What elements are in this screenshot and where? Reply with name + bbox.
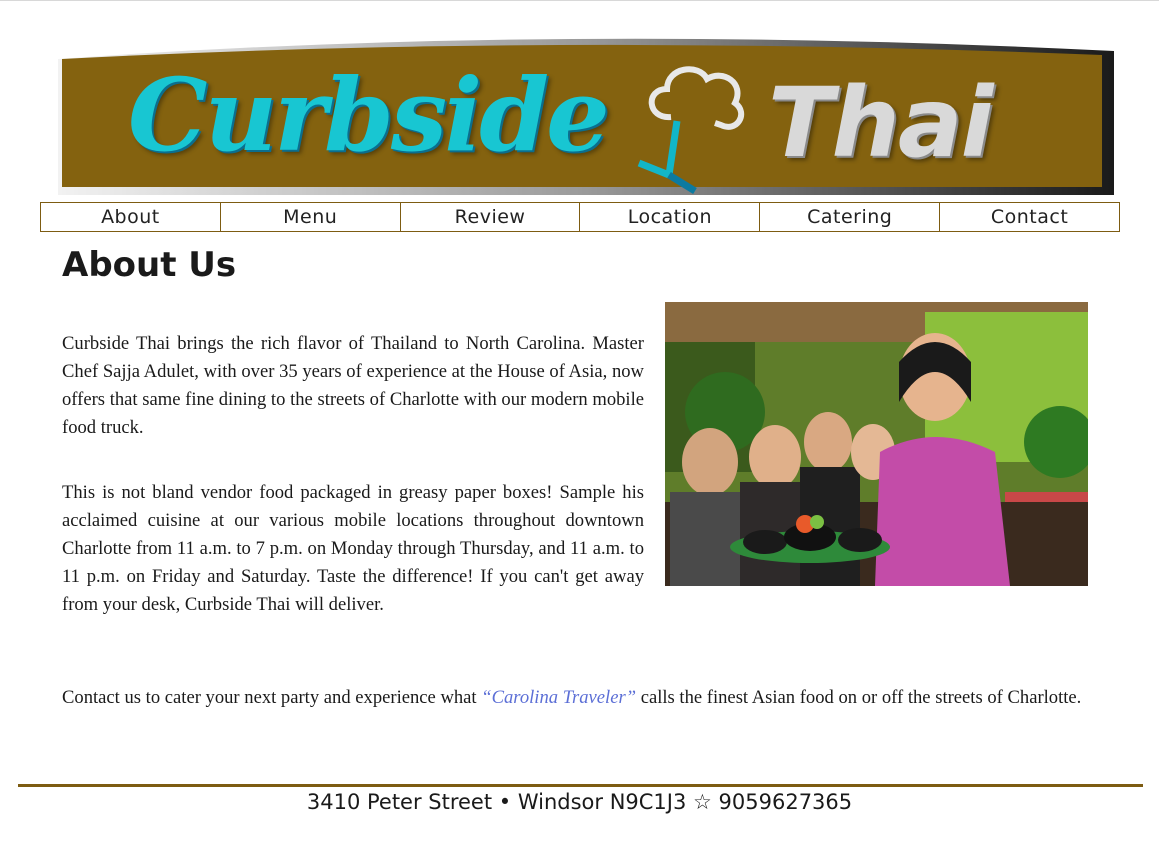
paragraph-3-text-end: calls the finest Asian food on or off th… <box>636 687 1082 708</box>
nav-item-about[interactable]: About <box>40 202 221 232</box>
nav-item-catering[interactable]: Catering <box>759 202 941 232</box>
main-nav: About Menu Review Location Catering Cont… <box>40 202 1120 232</box>
carolina-traveler-link[interactable]: “Carolina Traveler” <box>481 687 636 708</box>
page-title: About Us <box>62 245 237 285</box>
about-paragraph-2: This is not bland vendor food packaged i… <box>62 482 644 615</box>
about-paragraph-3: Contact us to cater your next party and … <box>62 684 1102 712</box>
nav-item-contact[interactable]: Contact <box>939 202 1120 232</box>
nav-item-location[interactable]: Location <box>579 202 761 232</box>
banner-background <box>58 38 1114 195</box>
paragraph-3-text-start: Contact us to cater your next party and … <box>62 687 482 708</box>
nav-item-menu[interactable]: Menu <box>219 202 401 232</box>
restaurant-photo <box>665 302 1088 586</box>
footer-divider <box>18 784 1143 787</box>
footer-address: 3410 Peter Street • Windsor N9C1J3 ☆ 905… <box>306 790 853 814</box>
site-banner: Curbside Thai <box>52 29 1116 199</box>
nav-item-review[interactable]: Review <box>399 202 581 232</box>
about-paragraph-1: Curbside Thai brings the rich flavor of … <box>62 333 644 438</box>
